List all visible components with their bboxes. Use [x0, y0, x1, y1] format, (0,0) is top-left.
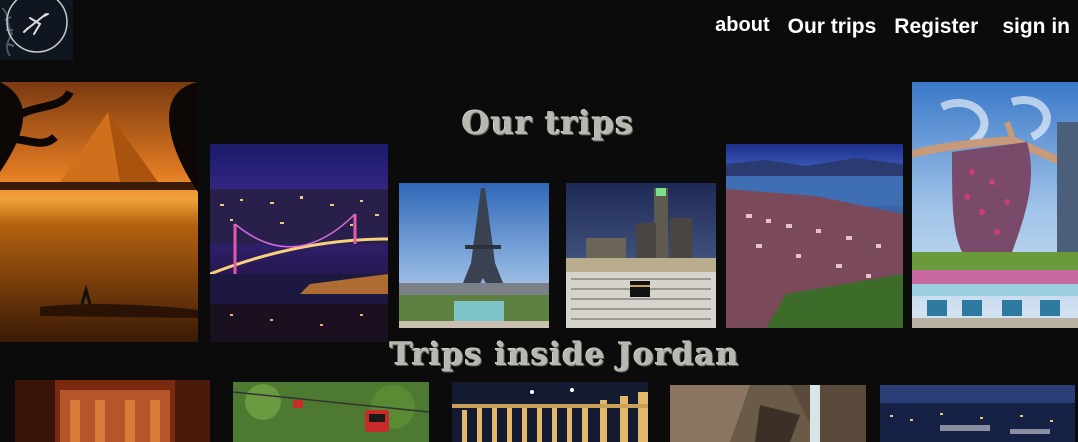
top-navigation: about Our trips Register sign in: [697, 12, 1070, 42]
nav-sign-in[interactable]: sign in: [1002, 15, 1070, 39]
trip-photo-mecca-kaaba[interactable]: [566, 183, 716, 328]
jordan-photo-cable-car[interactable]: [233, 382, 429, 442]
airplane-icon: [1, 0, 68, 57]
jordan-photo-waterfall[interactable]: [670, 385, 866, 442]
site-logo[interactable]: [0, 0, 73, 60]
jordan-photo-aqaba-harbor[interactable]: [880, 385, 1075, 442]
trip-photo-paris-eiffel[interactable]: [399, 183, 549, 328]
trip-photo-dubai-garden[interactable]: [912, 82, 1078, 328]
jordan-photo-petra[interactable]: [15, 380, 210, 442]
nav-about[interactable]: about: [715, 14, 769, 37]
our-trips-heading: Our trips: [462, 104, 635, 142]
nav-our-trips[interactable]: Our trips: [788, 15, 877, 39]
jordan-trips-heading: Trips inside Jordan: [390, 337, 740, 373]
jordan-photo-jerash[interactable]: [452, 382, 648, 442]
trip-photo-egypt-pyramid[interactable]: [0, 82, 198, 342]
nav-register[interactable]: Register: [894, 15, 978, 39]
trip-photo-istanbul-bridge[interactable]: [210, 144, 388, 342]
trip-photo-coastal-city[interactable]: [726, 144, 903, 328]
